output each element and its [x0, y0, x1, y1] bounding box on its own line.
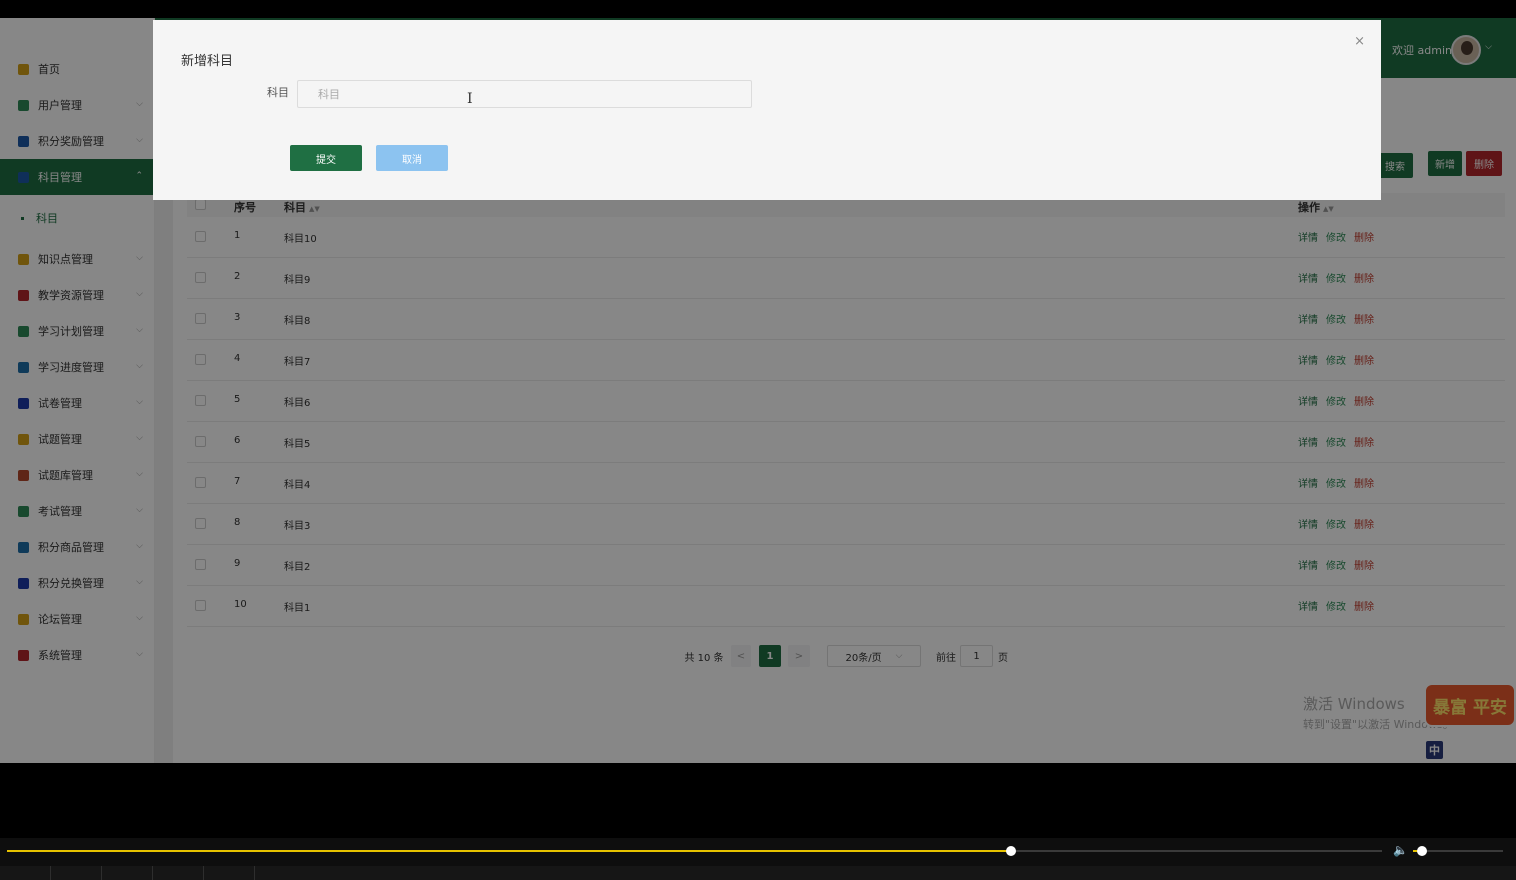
thumbnail[interactable]	[153, 866, 204, 880]
video-frame: 首页 用户管理 ⌵ 积分奖励管理 ⌵ 科目管理 ⌃ 知识点管理 ⌵ 教学资源管理 ⌵ 学习计划管理 ⌵ 学…	[0, 18, 1516, 763]
volume-slider[interactable]	[1413, 846, 1503, 856]
subject-input[interactable]	[297, 80, 752, 108]
dialog-title: 新增科目	[181, 54, 234, 69]
thumbnail[interactable]	[51, 866, 102, 880]
progress-fill	[7, 850, 1011, 852]
video-player-controls: 🔈	[0, 838, 1516, 880]
cancel-button[interactable]: 取消	[376, 145, 448, 171]
thumbnail-strip	[0, 866, 1516, 880]
thumbnail[interactable]	[0, 866, 51, 880]
subject-field-label: 科目	[267, 86, 289, 99]
volume-icon[interactable]: 🔈	[1393, 843, 1408, 857]
close-icon[interactable]: ×	[1354, 34, 1365, 49]
volume-handle[interactable]	[1417, 846, 1427, 856]
submit-button[interactable]: 提交	[290, 145, 362, 171]
thumbnail[interactable]	[204, 866, 255, 880]
progress-handle[interactable]	[1005, 846, 1016, 856]
thumbnail[interactable]	[102, 866, 153, 880]
add-subject-dialog: 新增科目 × 科目 I 提交 取消	[153, 20, 1381, 200]
text-cursor-icon: I	[467, 91, 473, 107]
screen: 首页 用户管理 ⌵ 积分奖励管理 ⌵ 科目管理 ⌃ 知识点管理 ⌵ 教学资源管理 ⌵ 学习计划管理 ⌵ 学…	[0, 0, 1516, 880]
progress-bar[interactable]	[7, 846, 1382, 856]
